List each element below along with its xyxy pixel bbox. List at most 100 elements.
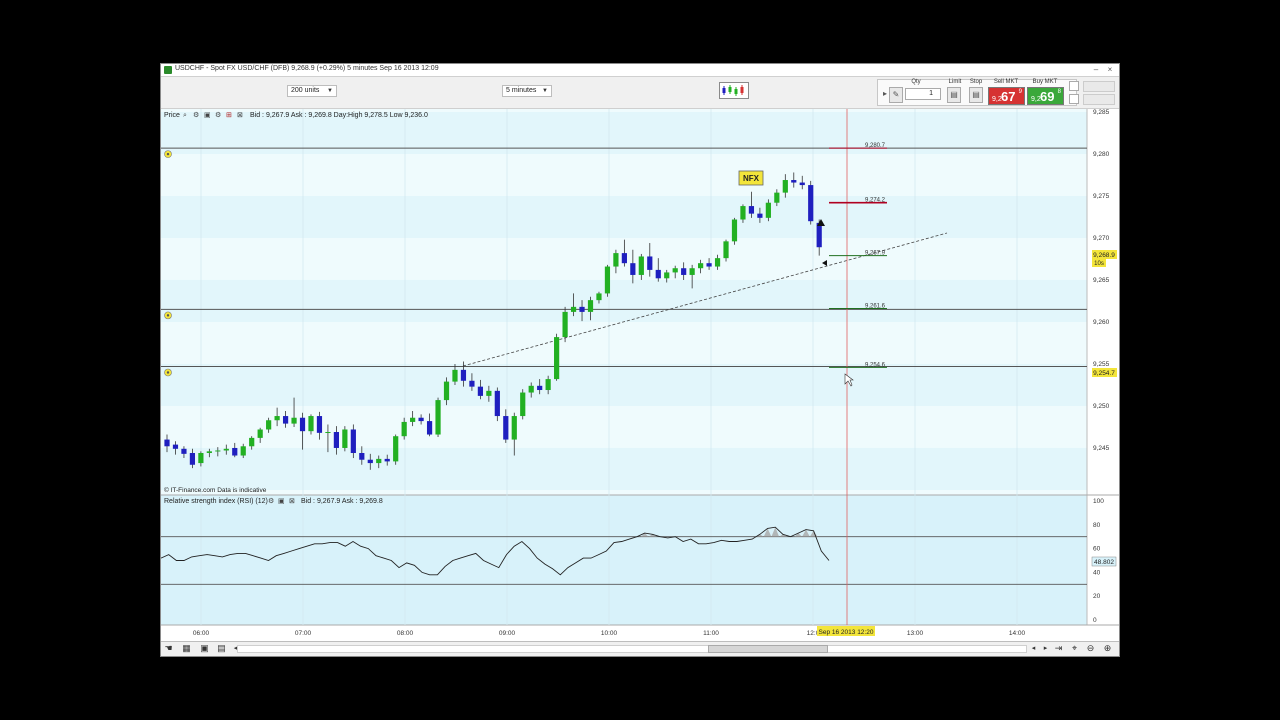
- sell-label: Sell MKT: [993, 79, 1019, 85]
- rsi-panel-tools[interactable]: ⚙ ▣ ⊠: [268, 497, 295, 505]
- stop-button[interactable]: ▤: [969, 87, 983, 103]
- buy-label: Buy MKT: [1032, 79, 1058, 85]
- candle-body: [748, 206, 755, 214]
- candle-body: [706, 263, 712, 267]
- countdown-value: 10s: [1094, 261, 1104, 267]
- candle-body: [808, 185, 814, 222]
- size-select-value: 200 units: [291, 87, 320, 94]
- limit-label: Limit: [948, 79, 962, 85]
- candle-body: [621, 253, 627, 264]
- candle-body: [520, 392, 526, 417]
- settings-icon[interactable]: ✎: [889, 87, 903, 103]
- settings-icon[interactable]: ⚙: [268, 497, 274, 505]
- candle-body: [731, 219, 738, 242]
- rsi-current-value: 48.802: [1094, 559, 1114, 566]
- qty-input[interactable]: 1: [905, 88, 941, 100]
- candle-body: [266, 420, 272, 430]
- candle-body: [299, 417, 306, 432]
- scrollbar-thumb[interactable]: [708, 645, 828, 653]
- window-title: USDCHF - Spot FX USD/CHF (DFB) 9,268.9 (…: [175, 65, 439, 72]
- horizontal-scrollbar[interactable]: [237, 645, 1027, 653]
- bell-icon[interactable]: [164, 150, 172, 158]
- time-tick-label: 11:00: [703, 630, 719, 637]
- chart-area[interactable]: 9,280.7 9,274.2 9,267.9 9,261.6 9,254.6 9,28…: [161, 109, 1119, 641]
- scroll-right-icon[interactable]: ▸: [1041, 644, 1050, 653]
- candle-body: [342, 429, 348, 448]
- candle-body: [367, 459, 373, 464]
- side-field[interactable]: [1083, 94, 1115, 105]
- print-icon[interactable]: ▦: [182, 644, 191, 653]
- lock-icon[interactable]: ▣: [278, 498, 285, 505]
- scroll-end-icon[interactable]: ⇥: [1054, 644, 1063, 653]
- stop-label: Stop: [969, 79, 983, 85]
- candle-body: [215, 450, 221, 452]
- order-level-label: 9,274.2: [865, 198, 886, 204]
- gear-icon[interactable]: ⚙: [215, 111, 221, 119]
- candle-body: [554, 337, 560, 380]
- cursor-time-tag: Sep 16 2013 12:20: [817, 626, 875, 636]
- close-icon[interactable]: ⊠: [237, 112, 243, 119]
- cursor-time-value: Sep 16 2013 12:20: [819, 629, 874, 636]
- candle-body: [528, 385, 534, 393]
- size-select[interactable]: 200 units ▼: [287, 85, 337, 97]
- interval-select[interactable]: 5 minutes ▼: [502, 85, 552, 97]
- fit-icon[interactable]: ⌖: [1070, 644, 1079, 653]
- candle-body: [655, 269, 661, 279]
- arrow-right-icon[interactable]: ▸: [881, 87, 889, 103]
- candle-body: [181, 448, 187, 454]
- chart-window: USDCHF - Spot FX USD/CHF (DFB) 9,268.9 (…: [160, 63, 1120, 657]
- buy-button[interactable]: 9,2 69 8: [1027, 87, 1064, 105]
- price-band: [161, 363, 1087, 406]
- minimize-icon[interactable]: –: [1091, 65, 1101, 74]
- price-band: [161, 195, 1087, 238]
- price-tick-label: 9,270: [1093, 235, 1110, 242]
- candle-body: [596, 293, 602, 301]
- candle-body: [782, 180, 788, 193]
- price-tick-label: 9,255: [1093, 361, 1110, 368]
- time-tick-label: 06:00: [193, 630, 210, 637]
- order-level-label: 9,280.7: [865, 143, 886, 149]
- limit-button[interactable]: ▤: [947, 87, 961, 103]
- bell-icon[interactable]: [164, 368, 172, 377]
- toolbar: 200 units ▼ 5 minutes ▼ Qty Limit Stop S…: [161, 77, 1119, 109]
- rsi-panel-bg: [161, 495, 1087, 625]
- buy-price: 69: [1040, 89, 1055, 104]
- lock-icon[interactable]: ▣: [204, 112, 211, 119]
- option-checkbox[interactable]: [1069, 81, 1079, 91]
- side-field[interactable]: [1083, 81, 1115, 92]
- order-level-label: 9,267.9: [865, 251, 886, 257]
- candle-body: [587, 300, 594, 312]
- export-icon[interactable]: ▤: [217, 644, 226, 653]
- zoom-in-icon[interactable]: ⊕: [1103, 644, 1112, 653]
- hand-icon[interactable]: ☚: [164, 644, 173, 653]
- rsi-tick-label: 0: [1093, 617, 1097, 624]
- candle-body: [774, 192, 780, 203]
- price-tick-label: 9,260: [1093, 319, 1110, 326]
- add-icon[interactable]: ⊞: [226, 112, 232, 119]
- candle-body: [638, 256, 644, 275]
- buy-fraction: 8: [1057, 89, 1061, 95]
- scroll-left-icon[interactable]: ◂: [1029, 644, 1038, 653]
- bell-icon[interactable]: [164, 311, 172, 320]
- close-icon[interactable]: ⊠: [289, 498, 295, 505]
- candle-body: [274, 416, 280, 421]
- candle-body: [350, 429, 356, 454]
- save-icon[interactable]: ▣: [200, 644, 209, 653]
- magnifier-icon[interactable]: ⌕: [183, 112, 187, 119]
- candle-body: [308, 416, 314, 432]
- sell-button[interactable]: 9,2 67 9: [988, 87, 1025, 105]
- nfx-marker[interactable]: NFX: [738, 170, 764, 186]
- zoom-out-icon[interactable]: ⊖: [1086, 644, 1095, 653]
- close-icon[interactable]: ×: [1105, 65, 1115, 74]
- candle-body: [189, 453, 196, 465]
- candle-body: [164, 439, 170, 447]
- candle-body: [486, 390, 492, 396]
- price-tick-label: 9,285: [1093, 109, 1110, 116]
- settings-icon[interactable]: ⚙: [193, 111, 199, 119]
- candle-body: [545, 379, 551, 391]
- interval-select-value: 5 minutes: [506, 87, 537, 94]
- candle-body: [359, 453, 365, 460]
- option-checkbox[interactable]: [1069, 94, 1079, 104]
- candle-body: [410, 417, 416, 422]
- chart-type-button[interactable]: [719, 82, 749, 99]
